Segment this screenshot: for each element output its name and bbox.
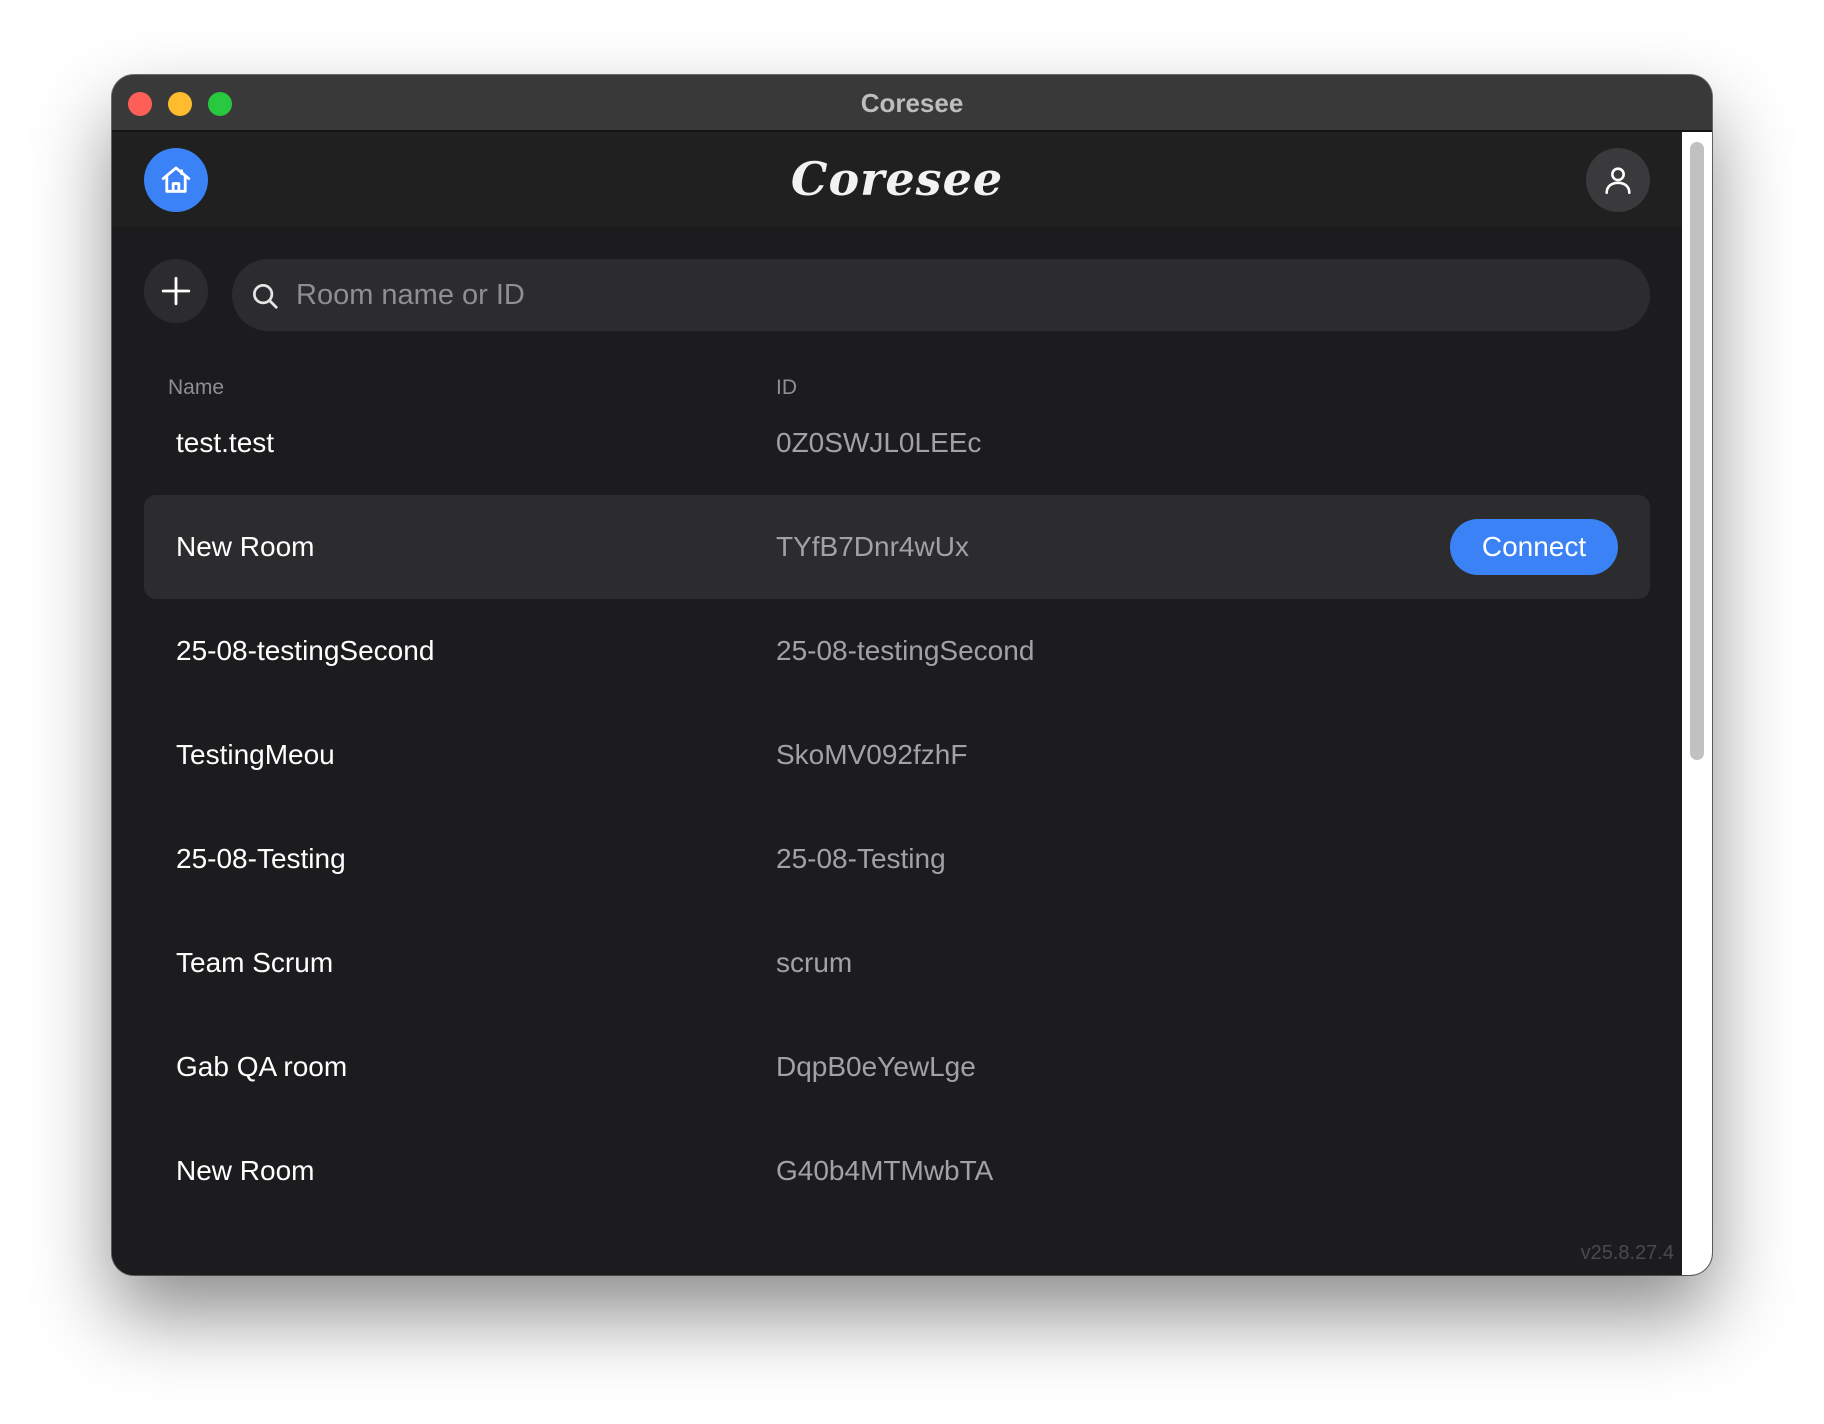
table-row[interactable]: New Room TYfB7Dnr4wUx Connect	[144, 495, 1650, 599]
table-row[interactable]: 25-08-testingSecond 25-08-testingSecond	[144, 599, 1650, 703]
window-title: Coresee	[860, 88, 964, 118]
room-id: G40b4MTMwbTA	[776, 1155, 994, 1186]
room-id: TYfB7Dnr4wUx	[776, 531, 969, 562]
room-id: SkoMV092fzhF	[776, 739, 968, 770]
room-name: TestingMeou	[176, 739, 335, 770]
room-id: 25-08-Testing	[776, 843, 946, 874]
scrollbar-thumb[interactable]	[1690, 142, 1704, 760]
brand-logo: Coresee	[790, 152, 1004, 206]
search-bar[interactable]	[232, 259, 1650, 331]
room-name: 25-08-Testing	[176, 843, 346, 874]
app-window: Coresee Coresee Room name or ID Name ID …	[112, 75, 1712, 1275]
connect-button[interactable]: Connect	[1450, 519, 1618, 575]
room-list-panel: Name ID test.test0Z0SWJL0LEEcNew RoomTYf…	[112, 227, 1682, 1275]
room-id: 0Z0SWJL0LEEc	[776, 427, 982, 458]
table-row[interactable]: test.test 0Z0SWJL0LEEc	[144, 391, 1650, 495]
room-name: test.test	[176, 427, 275, 458]
search-icon	[253, 284, 278, 309]
room-name: Team Scrum	[176, 947, 334, 978]
scrollbar[interactable]	[1682, 132, 1712, 1275]
table-row[interactable]: Team Scrum scrum	[144, 911, 1650, 1015]
title-bar: Coresee	[112, 75, 1712, 132]
room-id: 25-08-testingSecond	[776, 635, 1035, 666]
room-name: New Room	[176, 531, 315, 562]
room-id: scrum	[776, 947, 853, 978]
room-name: Gab QA room	[176, 1051, 348, 1082]
home-button[interactable]	[144, 148, 208, 212]
table-row[interactable]: Gab QA room DqpB0eYewLge	[144, 1015, 1650, 1119]
plus-icon	[161, 276, 191, 306]
user-icon	[1605, 167, 1631, 195]
table-row[interactable]: New Room G40b4MTMwbTA	[144, 1119, 1650, 1223]
room-name: 25-08-testingSecond	[176, 635, 435, 666]
profile-button[interactable]	[1586, 148, 1650, 212]
add-room-button[interactable]	[144, 259, 208, 323]
table-row[interactable]: TestingMeou SkoMV092fzhF	[144, 703, 1650, 807]
version-label: v25.8.27.4	[1580, 1242, 1674, 1264]
search-input[interactable]	[296, 259, 1626, 331]
home-icon	[161, 166, 191, 193]
room-id: DqpB0eYewLge	[776, 1051, 976, 1082]
table-row[interactable]: 25-08-Testing 25-08-Testing	[144, 807, 1650, 911]
app-header: Coresee	[112, 132, 1682, 227]
room-name: New Room	[176, 1155, 315, 1186]
room-list: test.test 0Z0SWJL0LEEc New Room TYfB7Dnr4wU…	[144, 391, 1650, 1223]
